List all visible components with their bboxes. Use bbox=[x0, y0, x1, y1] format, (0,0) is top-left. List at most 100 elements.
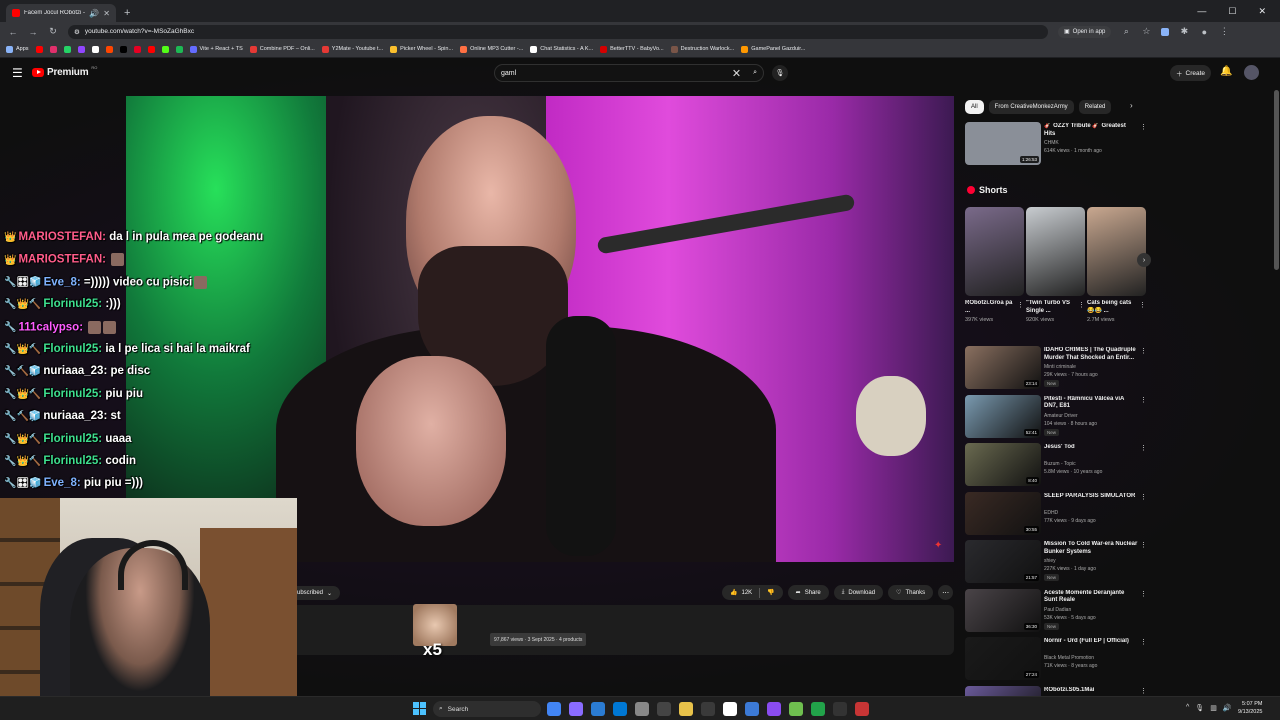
filter-chip[interactable]: All bbox=[965, 100, 984, 114]
more-options-icon[interactable]: ⋮ bbox=[1140, 638, 1147, 646]
notifications-bell-icon[interactable]: 🔔 bbox=[1220, 66, 1232, 77]
bookmark-item[interactable]: Picker Wheel - Spin... bbox=[390, 45, 453, 53]
taskbar-app-icon[interactable] bbox=[679, 702, 693, 716]
open-in-app-button[interactable]: ▣ Open in app bbox=[1058, 25, 1112, 38]
youtube-premium-logo[interactable]: Premium RO bbox=[32, 65, 97, 78]
reload-icon[interactable]: ↻ bbox=[48, 26, 58, 37]
search-input[interactable]: gaml ✕ ⌕ bbox=[494, 64, 764, 82]
recommended-video[interactable]: 23:14 IDAHO CRIMES | The Quadruple Murder… bbox=[965, 346, 1147, 390]
taskbar-app-icon[interactable] bbox=[657, 702, 671, 716]
bookmark-item[interactable] bbox=[119, 45, 127, 53]
volume-icon[interactable]: 🔊 bbox=[1223, 704, 1232, 712]
recommended-video[interactable]: 36:30 Aceste Momente Deranjante Sunt Real… bbox=[965, 588, 1147, 633]
minimize-button[interactable]: — bbox=[1197, 6, 1206, 16]
tab-audio-icon[interactable]: 🔊 bbox=[89, 9, 99, 18]
more-options-icon[interactable]: ⋮ bbox=[1017, 301, 1024, 309]
taskbar-clock[interactable]: 5:07 PM 9/13/2025 bbox=[1238, 700, 1262, 716]
taskbar-app-icon[interactable] bbox=[745, 702, 759, 716]
windows-start-icon[interactable] bbox=[413, 702, 426, 715]
hamburger-menu-icon[interactable]: ☰ bbox=[12, 66, 23, 80]
more-options-icon[interactable]: ⋮ bbox=[1140, 347, 1147, 355]
browser-menu-icon[interactable]: ⋮ bbox=[1219, 26, 1229, 37]
bookmark-item[interactable] bbox=[175, 45, 183, 53]
more-options-icon[interactable]: ⋮ bbox=[1140, 493, 1147, 501]
bookmark-item[interactable]: Vite + React + TS bbox=[189, 45, 243, 53]
filter-chip[interactable]: From CreativeMonkezArmy bbox=[988, 100, 1074, 114]
recommended-video[interactable]: 30:55 SLEEP PARALYSIS SIMULATOR EDHD 77K vi… bbox=[965, 491, 1147, 536]
bookmark-item[interactable]: Apps bbox=[6, 45, 29, 53]
tray-chevron-icon[interactable]: ^ bbox=[1186, 704, 1189, 712]
bookmark-item[interactable]: Chat Statistics - A K... bbox=[530, 45, 593, 53]
maximize-button[interactable]: ☐ bbox=[1228, 6, 1236, 17]
taskbar-app-icon[interactable] bbox=[723, 702, 737, 716]
short-item[interactable]: Cats being cats 😂😂 ... 2.7M views ⋮ bbox=[1087, 207, 1146, 323]
video-description-box[interactable] bbox=[297, 605, 954, 655]
more-options-icon[interactable]: ⋮ bbox=[1140, 123, 1147, 131]
shorts-next-arrow-icon[interactable]: › bbox=[1137, 253, 1151, 267]
close-window-button[interactable]: ✕ bbox=[1258, 6, 1266, 17]
voice-search-mic-icon[interactable]: 🎙 bbox=[772, 65, 788, 81]
short-item[interactable]: "Twin Turbo VS Single ... 920K views ⋮ bbox=[1026, 207, 1085, 323]
dislike-icon[interactable]: 👎 bbox=[767, 589, 774, 596]
bookmark-star-icon[interactable]: ☆ bbox=[1141, 26, 1151, 37]
channel-watermark-icon[interactable]: ✦ bbox=[934, 540, 942, 551]
forward-arrow-icon[interactable]: → bbox=[28, 27, 38, 37]
recommended-video[interactable]: 1:26:53 🎸 OZZY Tribute 🎸 Greatest Hits C… bbox=[965, 122, 1147, 166]
taskbar-app-icon[interactable] bbox=[701, 702, 715, 716]
more-actions-icon[interactable]: ⋯ bbox=[938, 585, 954, 600]
bookmark-item[interactable]: Combine PDF – Onli... bbox=[249, 45, 315, 53]
site-info-icon[interactable]: ⚙ bbox=[74, 28, 80, 36]
extensions-puzzle-icon[interactable]: ✱ bbox=[1179, 26, 1189, 37]
network-icon[interactable]: ▥ bbox=[1210, 704, 1217, 712]
like-icon[interactable]: 👍 bbox=[730, 589, 737, 596]
recommended-video[interactable]: 52:41 Pitesti - Râmnicu Vâlcea viA DN7, E… bbox=[965, 394, 1147, 439]
recommended-video[interactable]: 21:57 Mission To Cold War-era Nuclear Bun… bbox=[965, 540, 1147, 584]
more-options-icon[interactable]: ⋮ bbox=[1140, 687, 1147, 695]
taskbar-app-icon[interactable] bbox=[789, 702, 803, 716]
taskbar-search[interactable]: ⌕ Search bbox=[433, 701, 541, 717]
url-field[interactable]: ⚙ youtube.com/watch?v=-MSoZaGhBxc bbox=[68, 24, 1048, 39]
bookmark-item[interactable]: Y2Mate - Youtube t... bbox=[321, 45, 383, 53]
more-options-icon[interactable]: ⋮ bbox=[1140, 541, 1147, 549]
taskbar-app-icon[interactable] bbox=[635, 702, 649, 716]
thanks-button[interactable]: ♡ Thanks bbox=[888, 585, 934, 600]
search-icon[interactable]: ⌕ bbox=[753, 69, 757, 77]
zoom-icon[interactable]: ⌕ bbox=[1121, 26, 1131, 37]
taskbar-app-icon[interactable] bbox=[569, 702, 583, 716]
recommended-video[interactable]: 27:24 Nornir - Urd (Full EP | Official) Bl… bbox=[965, 637, 1147, 681]
account-avatar[interactable] bbox=[1244, 65, 1259, 80]
taskbar-app-icon[interactable] bbox=[767, 702, 781, 716]
like-count[interactable]: 12K bbox=[741, 590, 752, 596]
more-options-icon[interactable]: ⋮ bbox=[1078, 301, 1085, 309]
bookmark-item[interactable] bbox=[49, 45, 57, 53]
taskbar-app-icon[interactable] bbox=[613, 702, 627, 716]
subscribed-button[interactable]: ubscribed ⌄ bbox=[297, 586, 341, 600]
more-options-icon[interactable]: ⋮ bbox=[1140, 444, 1147, 452]
taskbar-app-icon[interactable] bbox=[591, 702, 605, 716]
bookmark-item[interactable] bbox=[105, 45, 113, 53]
more-options-icon[interactable]: ⋮ bbox=[1140, 396, 1147, 404]
share-button[interactable]: ➦ Share bbox=[787, 585, 829, 600]
taskbar-app-icon[interactable] bbox=[811, 702, 825, 716]
recommended-video[interactable]: 8:40 Jesus' Tod Buzum - Topic 5.8M views · … bbox=[965, 443, 1147, 487]
microphone-icon[interactable]: 🎙 bbox=[1195, 704, 1204, 712]
bookmark-item[interactable] bbox=[63, 45, 71, 53]
bookmark-item[interactable] bbox=[147, 45, 155, 53]
create-button[interactable]: ＋ Create bbox=[1170, 65, 1212, 81]
extension-icon[interactable] bbox=[1161, 27, 1170, 36]
short-item[interactable]: RObotzi.Groa pa ... 397K views ⋮ bbox=[965, 207, 1024, 323]
bookmark-item[interactable] bbox=[91, 45, 99, 53]
filter-chip[interactable]: Related bbox=[1078, 100, 1112, 114]
page-scrollbar[interactable] bbox=[1274, 90, 1279, 270]
bookmark-item[interactable]: GamePanel Gazduir... bbox=[741, 45, 805, 53]
chips-next-arrow-icon[interactable]: › bbox=[1130, 101, 1133, 110]
taskbar-app-icon[interactable] bbox=[547, 702, 561, 716]
browser-tab[interactable]: Facem Jocul RObotzi - You 🔊 ✕ bbox=[6, 4, 116, 22]
clear-search-icon[interactable]: ✕ bbox=[732, 67, 741, 80]
profile-icon[interactable]: ● bbox=[1199, 27, 1209, 37]
bookmark-item[interactable]: BetterTTV - BabyVo... bbox=[600, 45, 664, 53]
more-options-icon[interactable]: ⋮ bbox=[1140, 590, 1147, 598]
new-tab-button[interactable]: + bbox=[124, 7, 130, 19]
bookmark-item[interactable] bbox=[161, 45, 169, 53]
more-options-icon[interactable]: ⋮ bbox=[1139, 301, 1146, 309]
